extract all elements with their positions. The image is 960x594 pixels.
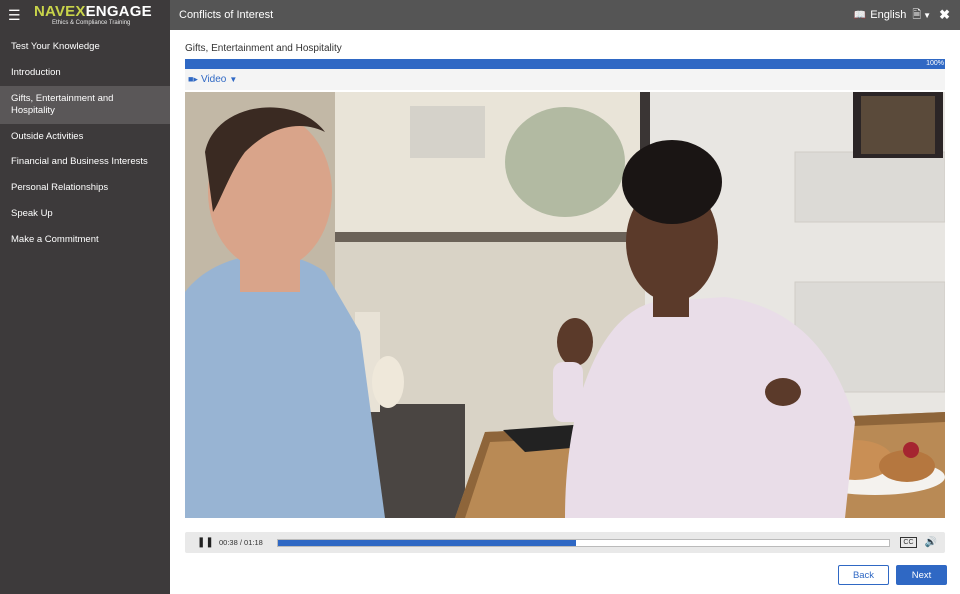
- hamburger-icon[interactable]: ☰: [8, 8, 22, 22]
- sidebar-item-speak-up[interactable]: Speak Up: [0, 201, 170, 227]
- pause-icon[interactable]: ❚❚: [197, 537, 214, 548]
- video-controls: ❚❚ 00:38 / 01:18 CC 🔊: [185, 532, 945, 553]
- video-dropdown[interactable]: ■▸ Video ▼: [188, 74, 237, 85]
- top-header: Conflicts of Interest 📖 English 🗎 ▼ ✖: [170, 0, 960, 30]
- sidebar-item-make-a-commitment[interactable]: Make a Commitment: [0, 227, 170, 253]
- next-button[interactable]: Next: [896, 565, 947, 585]
- progress-label: 100%: [926, 60, 944, 67]
- seek-bar-fill: [278, 539, 576, 546]
- logo-engage-text: ENGAGE: [85, 3, 152, 20]
- language-icon: 📖: [853, 9, 867, 21]
- video-dropdown-label: Video: [200, 74, 227, 85]
- language-label: English: [870, 9, 907, 21]
- captions-icon[interactable]: CC: [900, 537, 917, 548]
- sidebar-nav: Test Your Knowledge Introduction Gifts, …: [0, 34, 170, 253]
- sidebar-item-outside-activities[interactable]: Outside Activities: [0, 124, 170, 150]
- media-bar: ■▸ Video ▼: [185, 69, 945, 90]
- video-frame[interactable]: [185, 92, 945, 518]
- back-button[interactable]: Back: [838, 565, 889, 585]
- course-title: Conflicts of Interest: [179, 9, 274, 21]
- sidebar: ☰ NAVEXENGAGE Ethics & Compliance Traini…: [0, 0, 170, 594]
- volume-icon[interactable]: 🔊: [925, 537, 937, 548]
- logo-subtitle: Ethics & Compliance Training: [52, 20, 131, 26]
- sidebar-item-introduction[interactable]: Introduction: [0, 60, 170, 86]
- language-selector[interactable]: 📖 English: [854, 9, 907, 21]
- lesson-progress-bar: 100%: [185, 59, 945, 69]
- seek-bar[interactable]: [277, 538, 891, 547]
- video-time: 00:38 / 01:18: [219, 538, 263, 547]
- video-camera-icon: ■▸: [188, 74, 198, 84]
- video-scene: [185, 92, 945, 518]
- document-icon: 🗎: [912, 8, 922, 21]
- sidebar-item-gifts-entertainment-hospitality[interactable]: Gifts, Entertainment and Hospitality: [0, 85, 170, 124]
- app: ☰ NAVEXENGAGE Ethics & Compliance Traini…: [0, 0, 960, 594]
- main-content: Gifts, Entertainment and Hospitality 100…: [170, 30, 960, 594]
- sidebar-item-test-your-knowledge[interactable]: Test Your Knowledge: [0, 34, 170, 60]
- caret-down-icon: ▼: [229, 75, 238, 84]
- sidebar-item-financial-business-interests[interactable]: Financial and Business Interests: [0, 149, 170, 175]
- close-icon[interactable]: ✖: [939, 7, 950, 23]
- sidebar-item-personal-relationships[interactable]: Personal Relationships: [0, 175, 170, 201]
- caret-down-icon: ▼: [923, 10, 932, 20]
- logo-navex-text: NAVEX: [34, 3, 86, 20]
- brand: ☰ NAVEXENGAGE Ethics & Compliance Traini…: [0, 0, 170, 30]
- page-title: Gifts, Entertainment and Hospitality: [185, 43, 342, 54]
- navex-logo: NAVEXENGAGE Ethics & Compliance Training: [34, 4, 152, 26]
- document-menu[interactable]: 🗎 ▼: [912, 6, 931, 25]
- header-actions: 📖 English 🗎 ▼ ✖: [854, 6, 950, 25]
